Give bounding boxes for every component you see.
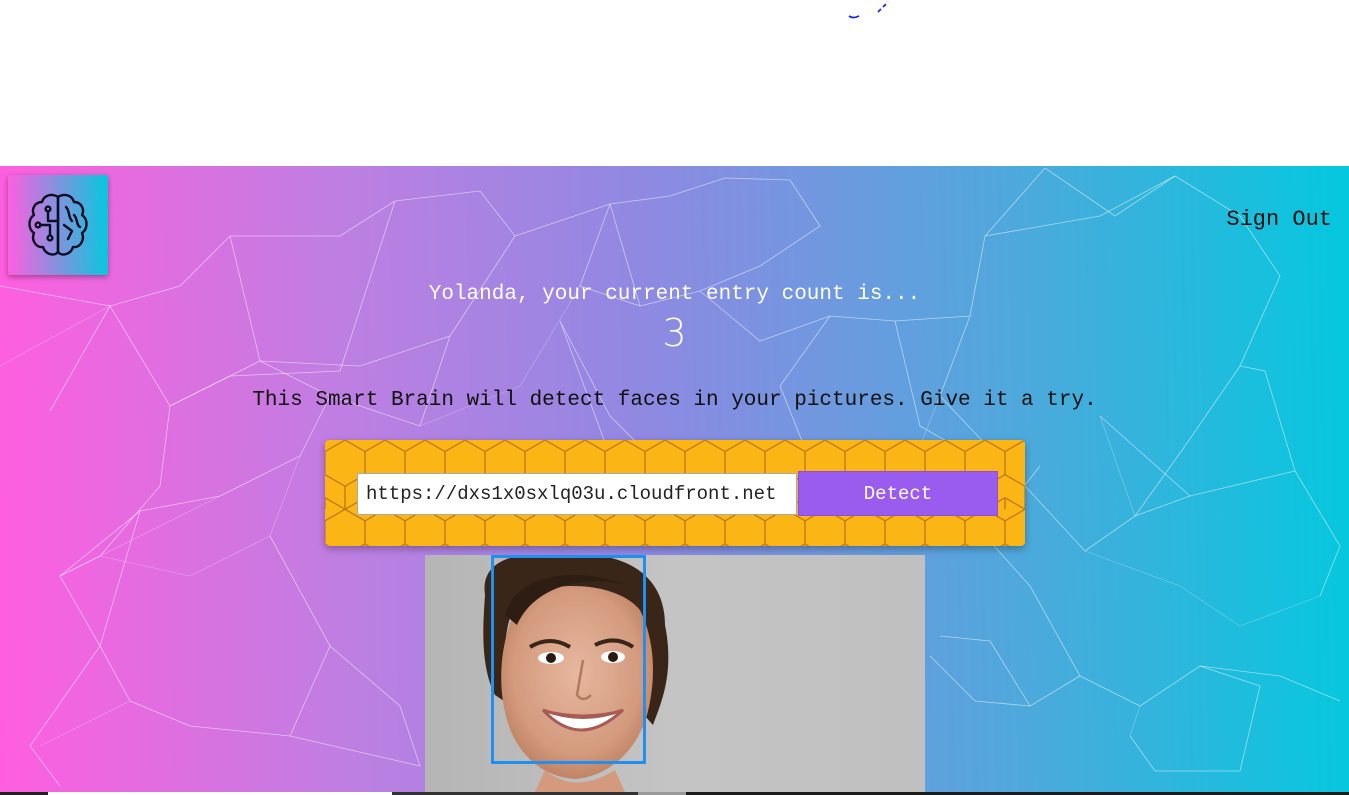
image-link-form: Detect — [325, 440, 1025, 546]
entry-count-message: Yolanda, your current entry count is... — [428, 283, 921, 306]
sign-out-link[interactable]: Sign Out — [1226, 207, 1332, 232]
smart-brain-app: Sign Out Yolanda, your current entry cou… — [0, 166, 1349, 792]
detect-button[interactable]: Detect — [798, 471, 998, 516]
face-recognition-image — [425, 555, 925, 792]
logo-tilt-card[interactable] — [8, 175, 108, 275]
face-bounding-box — [491, 555, 646, 764]
entry-count-value: 3 — [662, 311, 687, 355]
intro-text: This Smart Brain will detect faces in yo… — [252, 389, 1097, 412]
blank-top-area — [0, 0, 1349, 166]
image-url-input[interactable] — [357, 473, 797, 515]
scribble-mark — [848, 1, 889, 19]
brain-circuit-icon — [28, 193, 88, 256]
